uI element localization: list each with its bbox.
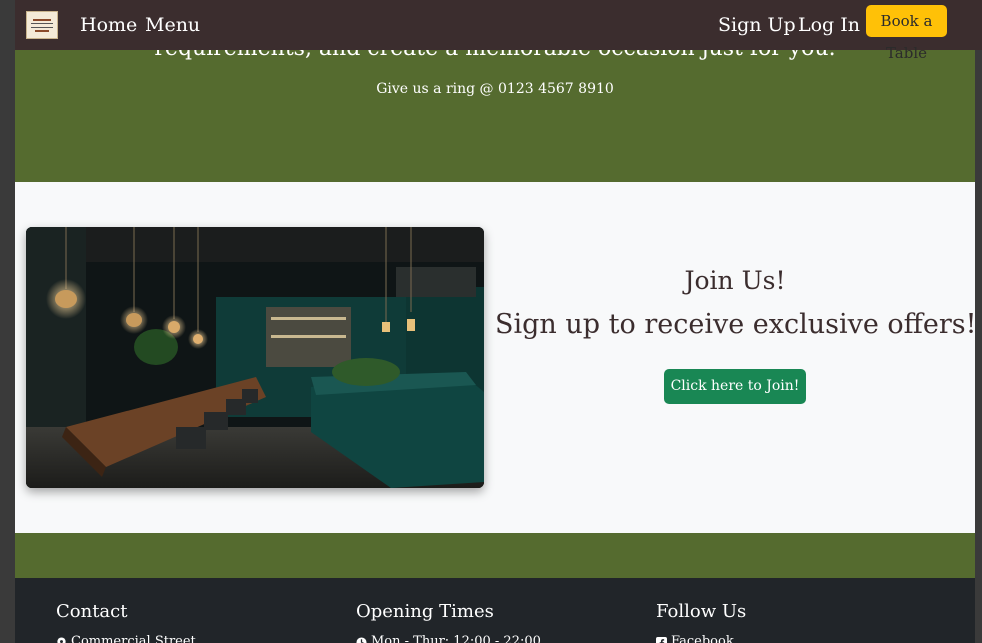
hours-row-text: Mon - Thur: 12:00 - 22:00 [371, 634, 541, 643]
restaurant-interior-illustration [26, 227, 484, 488]
join-button[interactable]: Click here to Join! [664, 369, 806, 404]
top-navbar: Home Menu Sign Up Log In Book a Table [15, 0, 982, 62]
divider-band [15, 533, 975, 578]
clock-icon [356, 636, 367, 643]
facebook-link-text: Facebook [671, 634, 734, 643]
nav-home-link[interactable]: Home [80, 13, 137, 37]
footer: Contact Commercial Street Opening Times … [15, 578, 975, 643]
map-pin-icon [57, 636, 66, 643]
hours-heading: Opening Times [356, 601, 494, 622]
facebook-link[interactable]: Facebook [656, 634, 746, 643]
nav-login-link[interactable]: Log In [798, 13, 860, 37]
join-title: Join Us! [684, 266, 786, 295]
facebook-icon [656, 636, 667, 643]
join-section: Join Us! Sign up to receive exclusive of… [15, 182, 975, 533]
page-content: requirements, and create a memorable occ… [15, 0, 975, 643]
footer-follow: Follow Us Facebook [656, 600, 746, 643]
phone-line: Give us a ring @ 0123 4567 8910 [376, 81, 614, 97]
contact-heading: Contact [56, 601, 128, 622]
hours-row: Mon - Thur: 12:00 - 22:00 [356, 634, 541, 643]
footer-hours: Opening Times Mon - Thur: 12:00 - 22:00 [356, 600, 541, 643]
nav-signup-link[interactable]: Sign Up [718, 13, 796, 37]
footer-contact: Contact Commercial Street [56, 600, 196, 643]
book-table-button[interactable]: Book a Table [866, 5, 947, 62]
join-subtitle: Sign up to receive exclusive offers! [495, 309, 975, 340]
restaurant-interior-image [26, 227, 484, 488]
contact-address-text: Commercial Street [71, 634, 196, 643]
nav-menu-link[interactable]: Menu [145, 13, 200, 37]
follow-heading: Follow Us [656, 601, 747, 622]
contact-address: Commercial Street [56, 634, 196, 643]
brand-logo[interactable] [26, 11, 58, 39]
